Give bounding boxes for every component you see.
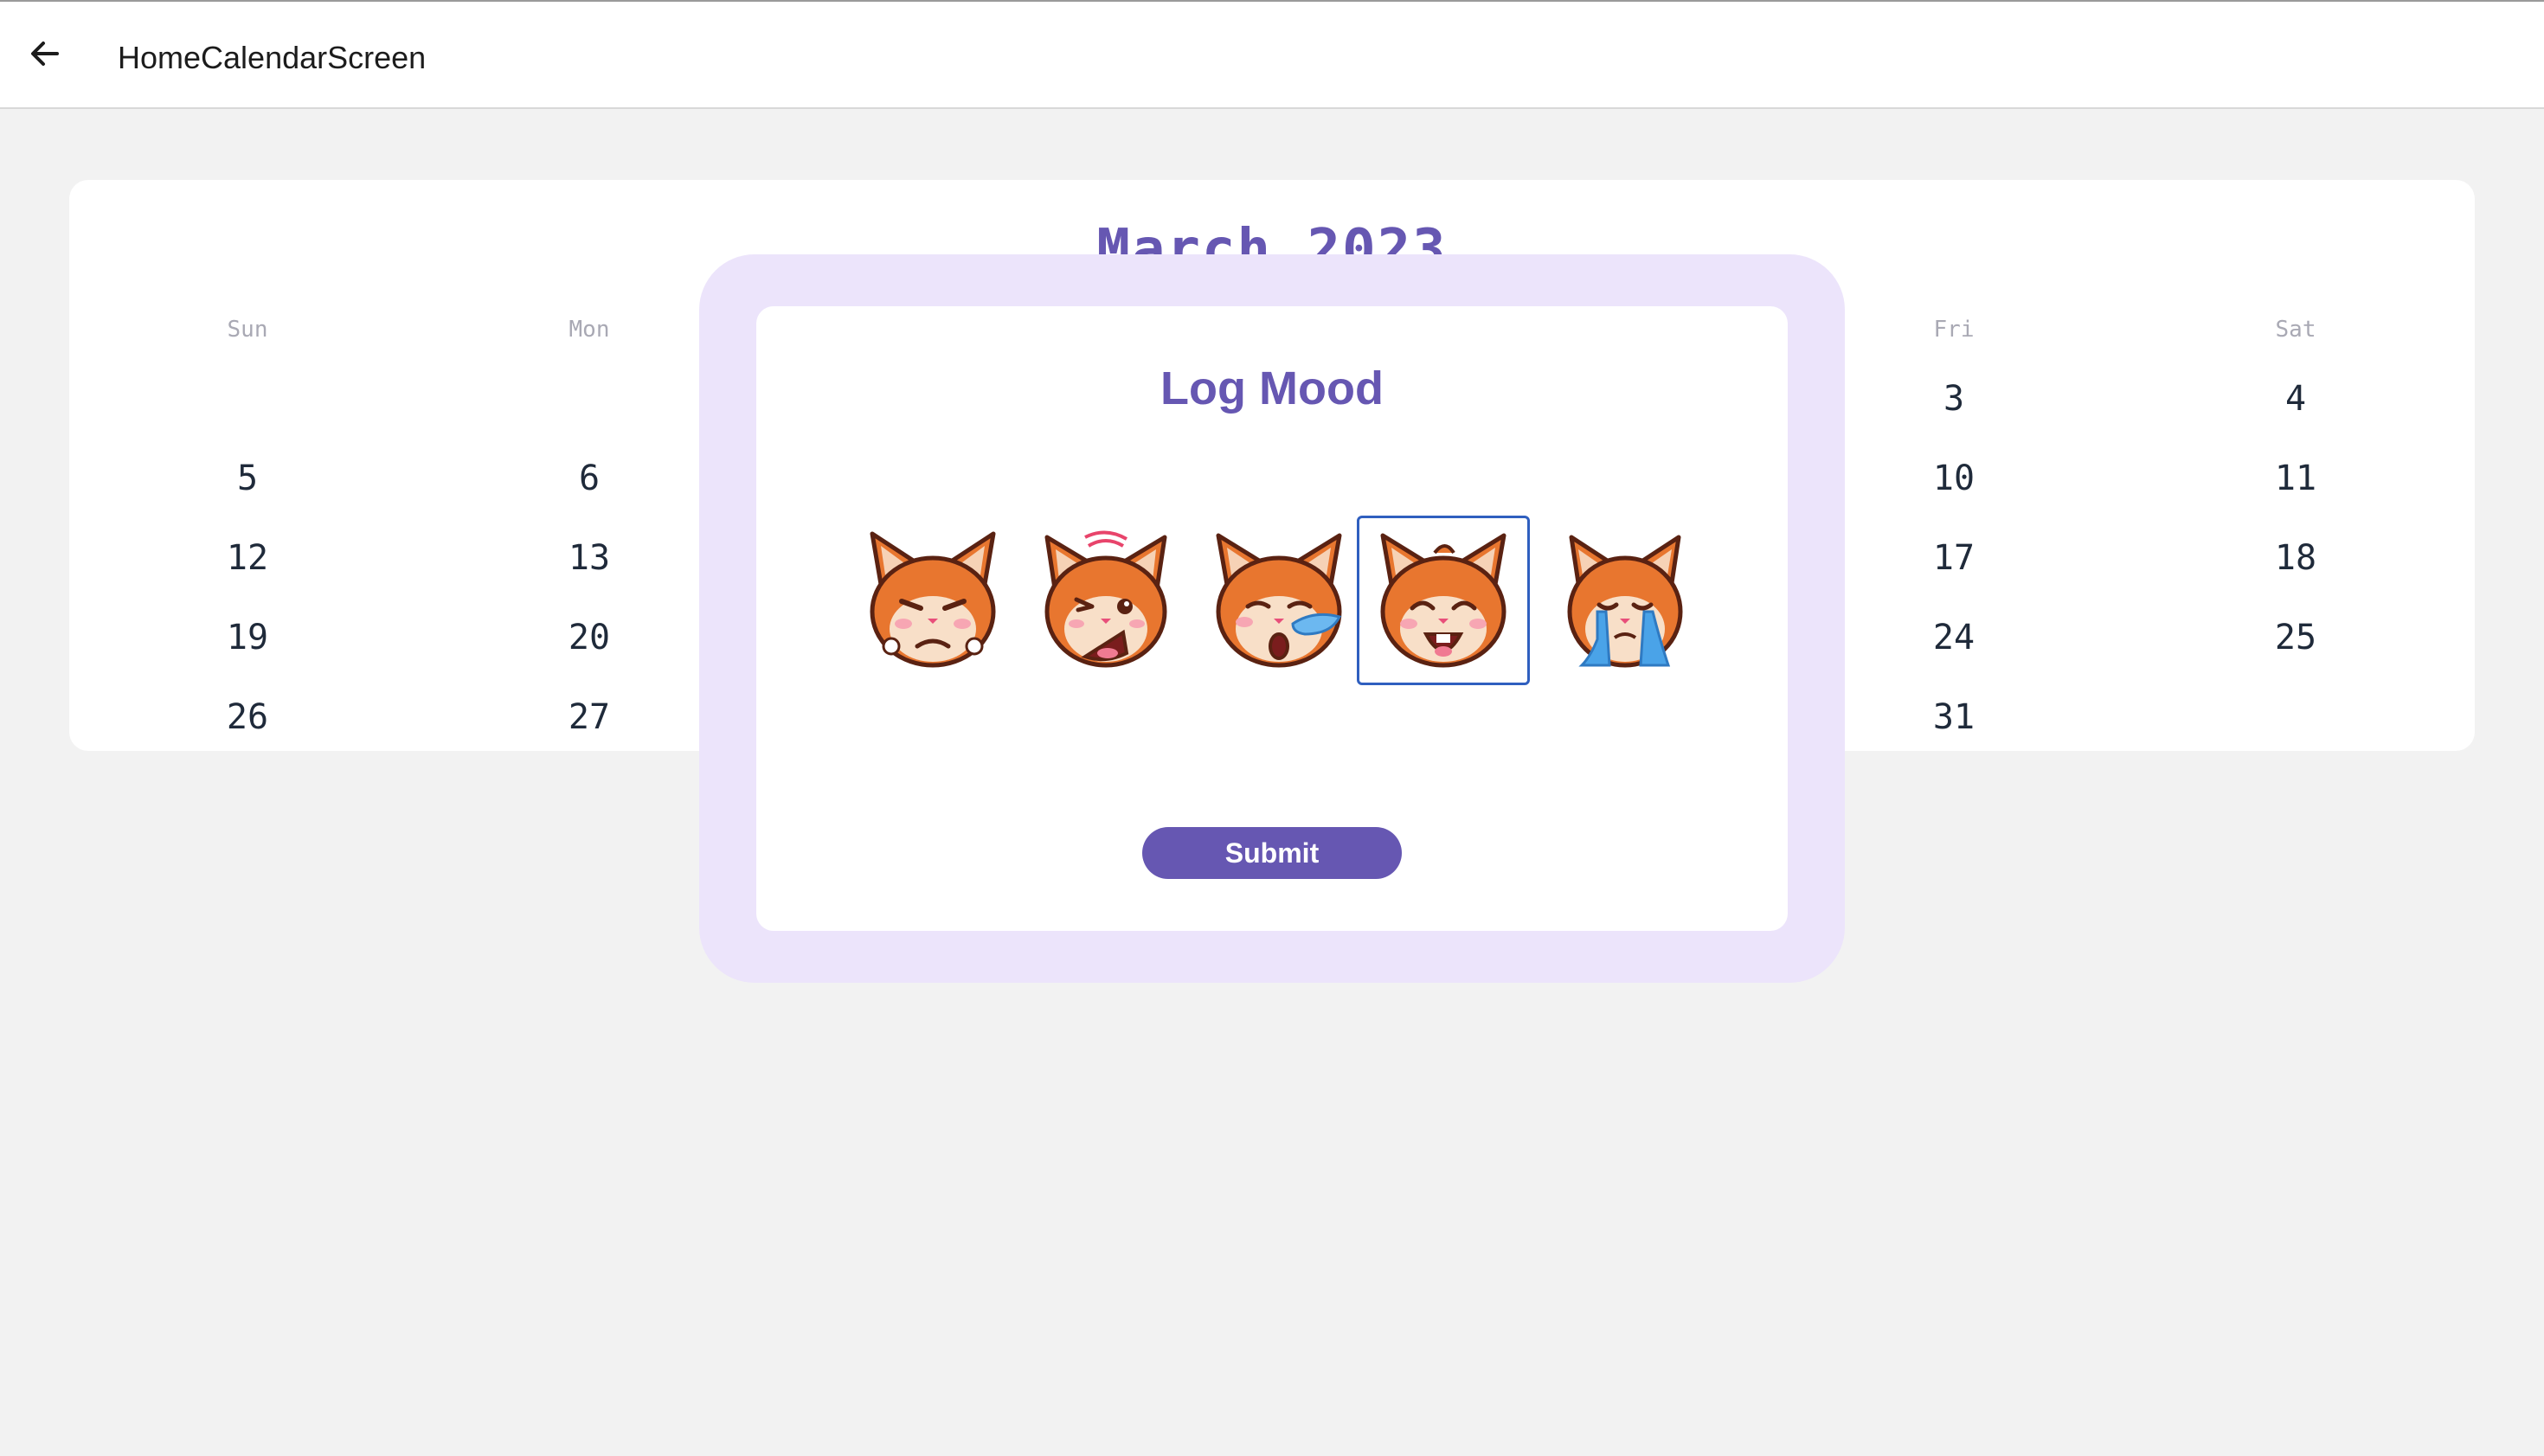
day-cell[interactable]: 6 [459, 459, 719, 498]
sleepy-squirrel-icon [1216, 533, 1342, 668]
day-cell[interactable]: 26 [118, 697, 377, 737]
submit-button[interactable]: Submit [1142, 827, 1402, 879]
day-cell[interactable]: 10 [1824, 459, 2084, 498]
mood-option-angry[interactable] [846, 516, 1019, 685]
mood-option-tired[interactable] [1192, 516, 1365, 685]
weekday-fri: Fri [1933, 317, 1975, 343]
app-bar: HomeCalendarScreen [0, 0, 2544, 109]
day-cell[interactable]: 12 [118, 538, 377, 578]
mood-option-happy[interactable] [1357, 516, 1530, 685]
day-cell[interactable]: 5 [118, 459, 377, 498]
mood-option-frustrated[interactable] [1019, 516, 1192, 685]
day-cell[interactable]: 17 [1824, 538, 2084, 578]
crying-squirrel-icon [1567, 535, 1683, 668]
weekday-mon: Mon [569, 317, 610, 343]
day-cell[interactable]: 31 [1824, 697, 2084, 737]
day-cell[interactable]: 19 [118, 618, 377, 657]
day-cell[interactable]: 13 [459, 538, 719, 578]
day-cell[interactable]: 27 [459, 697, 719, 737]
mood-option-sad[interactable] [1539, 516, 1712, 685]
day-cell[interactable]: 18 [2166, 538, 2425, 578]
day-cell[interactable]: 3 [1824, 379, 2084, 419]
frustrated-squirrel-icon [1044, 530, 1167, 668]
app-title: HomeCalendarScreen [118, 40, 427, 75]
day-cell[interactable]: 24 [1824, 618, 2084, 657]
back-button[interactable] [19, 28, 71, 80]
day-cell[interactable]: 4 [2166, 379, 2425, 419]
day-cell[interactable]: 11 [2166, 459, 2425, 498]
dialog-title: Log Mood [1160, 362, 1384, 414]
happy-squirrel-icon [1380, 533, 1506, 668]
log-mood-dialog: Log Mood Submit [756, 306, 1788, 931]
weekday-sat: Sat [2275, 317, 2316, 343]
angry-squirrel-icon [870, 531, 996, 668]
arrow-left-icon [31, 42, 59, 66]
day-cell[interactable]: 25 [2166, 618, 2425, 657]
day-cell[interactable]: 20 [459, 618, 719, 657]
weekday-sun: Sun [227, 317, 268, 343]
